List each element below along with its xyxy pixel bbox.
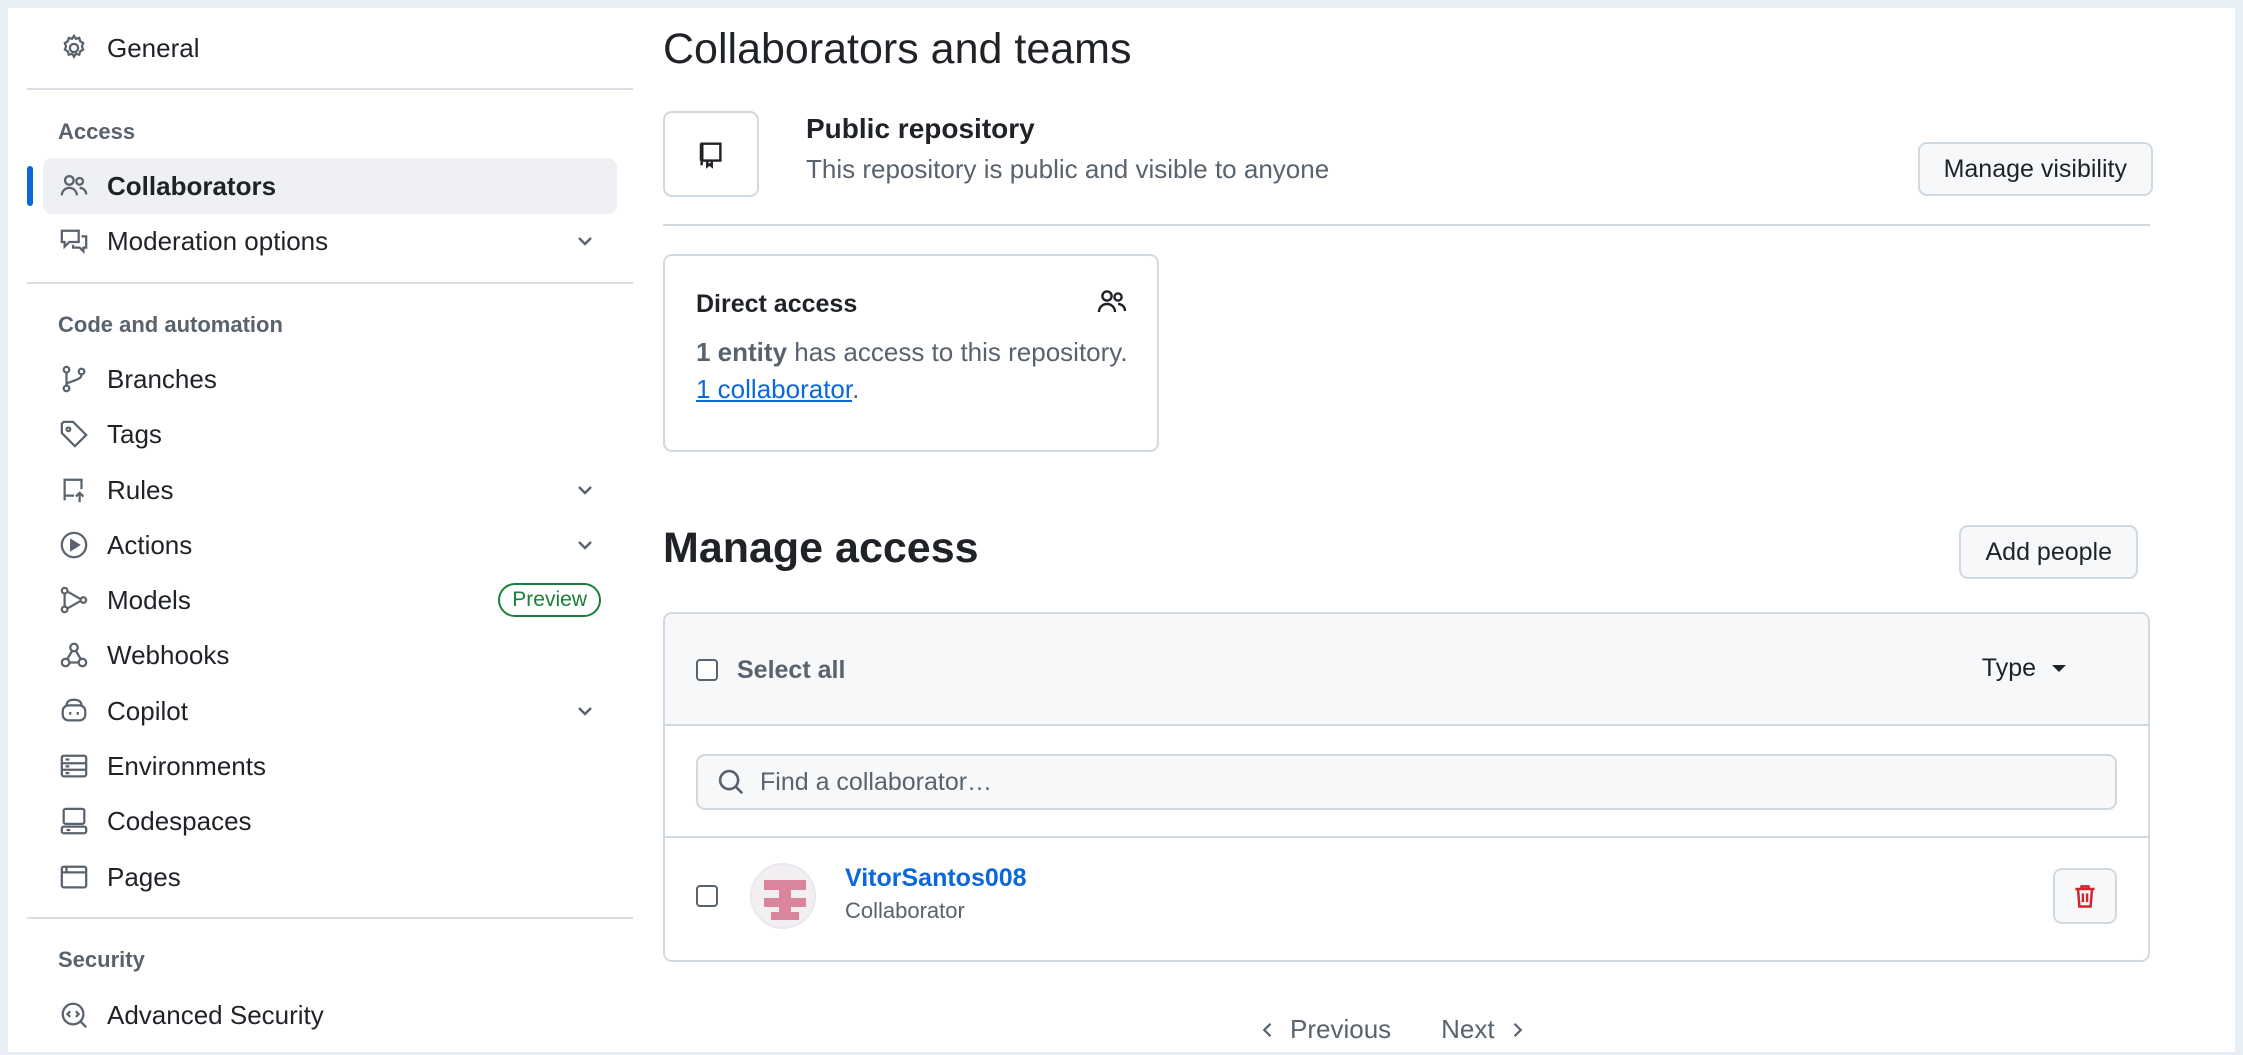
chevron-down-icon[interactable] bbox=[573, 478, 597, 502]
sidebar-item-advanced-security[interactable]: Advanced Security bbox=[43, 987, 617, 1043]
sidebar-item-tags[interactable]: Tags bbox=[43, 406, 617, 462]
gear-icon bbox=[57, 31, 91, 65]
section-label-code-automation: Code and automation bbox=[58, 312, 283, 337]
sidebar-item-codespaces[interactable]: Codespaces bbox=[43, 793, 617, 849]
sidebar-item-copilot[interactable]: Copilot bbox=[43, 683, 617, 739]
copilot-icon bbox=[57, 694, 91, 728]
webhook-icon bbox=[57, 638, 91, 672]
preview-badge: Preview bbox=[498, 583, 601, 617]
settings-sidebar: General Access Collaborators Moderation … bbox=[27, 0, 633, 1055]
sidebar-item-label: Advanced Security bbox=[107, 999, 324, 1030]
type-filter-dropdown[interactable]: Type bbox=[1982, 654, 2066, 683]
comment-discussion-icon bbox=[57, 224, 91, 258]
people-icon bbox=[57, 169, 91, 203]
remove-collaborator-button[interactable] bbox=[2053, 868, 2117, 924]
next-page-button[interactable]: Next bbox=[1441, 1014, 1526, 1045]
section-label-security: Security bbox=[58, 947, 145, 972]
sidebar-item-webhooks[interactable]: Webhooks bbox=[43, 627, 617, 683]
tag-icon bbox=[57, 417, 91, 451]
workflow-icon bbox=[57, 583, 91, 617]
server-icon bbox=[57, 749, 91, 783]
trash-icon bbox=[2075, 885, 2095, 908]
sidebar-item-label: Actions bbox=[107, 529, 193, 560]
chevron-right-icon bbox=[1513, 1022, 1522, 1037]
next-label: Next bbox=[1441, 1014, 1495, 1044]
sidebar-item-label: Codespaces bbox=[107, 805, 252, 836]
manage-access-title: Manage access bbox=[663, 524, 979, 572]
pagination: Previous Next bbox=[1258, 1014, 1527, 1045]
direct-access-summary: 1 entity has access to this repository. … bbox=[696, 334, 1136, 408]
collaborator-name-link[interactable]: VitorSantos008 bbox=[845, 864, 1027, 893]
sidebar-divider bbox=[27, 917, 633, 919]
collaborators-table: Select all Type Find a collaborator… Vit… bbox=[663, 612, 2150, 962]
search-row bbox=[665, 726, 2148, 838]
add-people-button[interactable]: Add people bbox=[1959, 525, 2138, 579]
collaborator-count-link[interactable]: 1 collaborator bbox=[696, 374, 852, 404]
sidebar-item-label: Models bbox=[107, 584, 191, 615]
people-icon bbox=[1096, 286, 1128, 318]
codespaces-icon bbox=[57, 804, 91, 838]
table-header: Select all Type bbox=[665, 614, 2148, 726]
visibility-description: This repository is public and visible to… bbox=[806, 154, 1330, 184]
previous-label: Previous bbox=[1290, 1014, 1392, 1044]
page-title: Collaborators and teams bbox=[663, 25, 1132, 73]
select-all-checkbox[interactable] bbox=[696, 659, 718, 681]
sidebar-item-label: Moderation options bbox=[107, 225, 329, 256]
sidebar-item-label: Webhooks bbox=[107, 639, 230, 670]
sidebar-divider bbox=[27, 88, 633, 90]
search-icon bbox=[716, 767, 746, 797]
access-text-end: . bbox=[852, 374, 860, 404]
visibility-title: Public repository bbox=[806, 113, 1035, 144]
select-all-label: Select all bbox=[737, 656, 846, 684]
repo-push-icon bbox=[57, 473, 91, 507]
chevron-left-icon bbox=[1262, 1022, 1272, 1037]
sidebar-item-rules[interactable]: Rules bbox=[43, 462, 617, 518]
section-divider bbox=[663, 224, 2150, 226]
play-icon bbox=[57, 528, 91, 562]
codescan-icon bbox=[57, 998, 91, 1032]
chevron-down-icon[interactable] bbox=[573, 229, 597, 253]
direct-access-title: Direct access bbox=[696, 290, 858, 318]
sidebar-item-label: Copilot bbox=[107, 695, 188, 726]
table-row: VitorSantos008 Collaborator bbox=[665, 840, 2148, 960]
repo-icon bbox=[663, 111, 759, 197]
type-filter-label: Type bbox=[1981, 654, 2036, 682]
search-field[interactable] bbox=[696, 754, 2117, 810]
sidebar-item-pages[interactable]: Pages bbox=[43, 849, 617, 905]
sidebar-divider bbox=[27, 282, 633, 284]
chevron-down-icon[interactable] bbox=[573, 533, 597, 557]
sidebar-item-label: Branches bbox=[107, 363, 217, 394]
sidebar-item-label: Rules bbox=[107, 474, 174, 505]
sidebar-item-label: Pages bbox=[107, 861, 181, 892]
sidebar-item-collaborators[interactable]: Collaborators bbox=[43, 158, 617, 214]
search-input[interactable] bbox=[760, 767, 2060, 797]
main-content: Collaborators and teams Public repositor… bbox=[663, 0, 2153, 1055]
avatar[interactable] bbox=[750, 863, 816, 929]
manage-visibility-button[interactable]: Manage visibility bbox=[1917, 142, 2153, 196]
entity-count: 1 entity bbox=[696, 337, 788, 367]
direct-access-card: Direct access 1 entity has access to thi… bbox=[663, 254, 1159, 452]
sidebar-item-branches[interactable]: Branches bbox=[43, 351, 617, 407]
git-branch-icon bbox=[57, 362, 91, 396]
collaborator-role: Collaborator bbox=[845, 898, 965, 923]
section-label-access: Access bbox=[58, 119, 136, 144]
caret-down-icon bbox=[2052, 665, 2066, 672]
sidebar-item-label: Tags bbox=[107, 418, 162, 449]
active-indicator bbox=[27, 166, 33, 206]
sidebar-item-environments[interactable]: Environments bbox=[43, 738, 617, 794]
sidebar-item-label: Collaborators bbox=[107, 170, 277, 201]
sidebar-item-label: Environments bbox=[107, 750, 266, 781]
sidebar-item-label: General bbox=[107, 32, 200, 63]
previous-page-button[interactable]: Previous bbox=[1258, 1014, 1391, 1045]
access-text: has access to this repository. bbox=[787, 337, 1128, 367]
row-checkbox[interactable] bbox=[696, 885, 718, 907]
sidebar-item-actions[interactable]: Actions bbox=[43, 517, 617, 573]
sidebar-item-general[interactable]: General bbox=[43, 20, 617, 76]
sidebar-item-moderation-options[interactable]: Moderation options bbox=[43, 213, 617, 269]
browser-icon bbox=[57, 860, 91, 894]
chevron-down-icon[interactable] bbox=[573, 699, 597, 723]
sidebar-item-models[interactable]: Models Preview bbox=[43, 572, 617, 628]
